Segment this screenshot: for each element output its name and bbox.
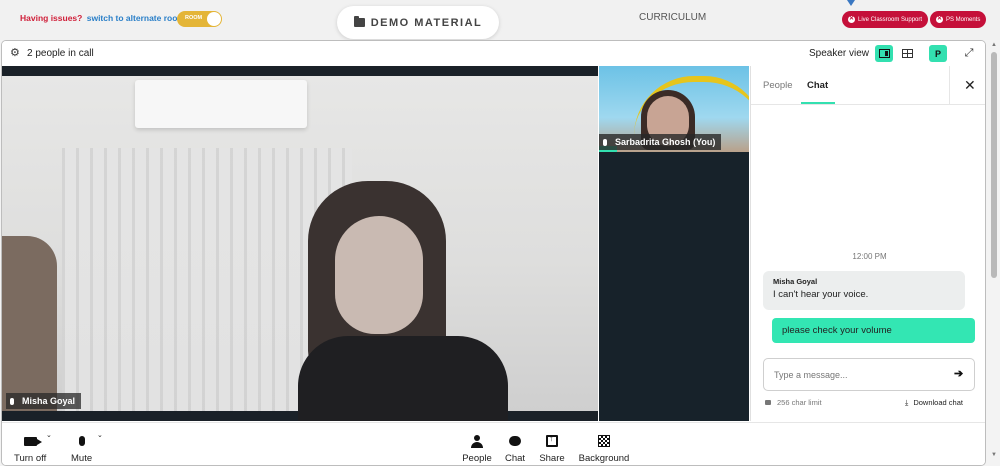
active-tab-indicator <box>801 102 835 104</box>
demo-material-button[interactable]: DEMO MATERIAL <box>337 6 499 39</box>
people-count: 2 people in call <box>27 48 94 59</box>
video-feed-detail <box>135 80 307 128</box>
message-text: I can't hear your voice. <box>773 289 869 300</box>
video-feed-detail <box>298 336 508 421</box>
curriculum-tab[interactable]: CURRICULUM <box>639 12 706 23</box>
pointer-icon <box>847 0 855 6</box>
speaker-view-button[interactable] <box>875 45 893 62</box>
chat-label: Chat <box>504 453 526 464</box>
bottom-toolbar: Turn off ⌄ Mute ⌄ People Chat Share Back… <box>2 422 985 465</box>
panel-tabs: People Chat ✕ <box>751 66 985 105</box>
fullscreen-button[interactable]: ⤢ <box>960 45 978 62</box>
chat-message-outgoing: please check your volume <box>772 318 975 343</box>
issues-notice: Having issues? switch to alternate room <box>20 13 185 23</box>
issues-text: Having issues? <box>20 13 83 23</box>
ps-moments-button[interactable]: ✕ PS Moments <box>930 11 987 28</box>
download-chat-button[interactable]: ⤓ Download chat <box>905 398 963 408</box>
camera-icon <box>24 436 42 446</box>
scroll-up-icon[interactable]: ▲ <box>991 42 997 48</box>
room-toggle-label: ROOM <box>185 15 203 21</box>
share-icon <box>546 433 558 447</box>
live-support-label: Live Classroom Support <box>858 16 923 23</box>
message-input[interactable] <box>774 367 944 383</box>
scroll-down-icon[interactable]: ▼ <box>991 452 997 458</box>
main-video-tile[interactable]: Misha Goyal <box>2 66 598 421</box>
grid-view-icon <box>901 49 913 58</box>
participant-name: Misha Goyal <box>22 396 76 406</box>
mic-icon <box>79 436 85 446</box>
scroll-thumb[interactable] <box>991 52 997 278</box>
participant-name: Sarbadrita Ghosh (You) <box>615 137 716 147</box>
share-button[interactable]: Share <box>538 433 566 464</box>
close-circle-icon: ✕ <box>848 16 855 23</box>
profile-avatar[interactable]: P <box>929 45 947 62</box>
divider <box>949 66 950 105</box>
chevron-down-icon[interactable]: ⌄ <box>97 431 103 439</box>
chat-timestamp: 12:00 PM <box>852 252 887 261</box>
mute-label: Mute <box>71 453 93 464</box>
share-label: Share <box>539 453 565 464</box>
video-feed: Sarbadrita Ghosh (You) <box>599 66 749 152</box>
gear-icon[interactable]: ⚙ <box>10 48 20 59</box>
speaker-view-icon <box>878 49 890 58</box>
message-input-box: ➔ <box>763 358 975 391</box>
char-limit-text: 256 char limit <box>777 398 822 407</box>
download-chat-label: Download chat <box>913 398 963 407</box>
ps-moments-label: PS Moments <box>946 16 981 23</box>
mic-icon <box>10 397 14 405</box>
room-toggle[interactable]: ROOM <box>177 11 222 27</box>
video-feed-detail <box>2 236 57 411</box>
char-limit: 256 char limit <box>765 398 822 407</box>
send-icon[interactable]: ➔ <box>954 367 963 380</box>
background-label: Background <box>578 453 630 464</box>
download-icon: ⤓ <box>905 398 909 407</box>
chevron-down-icon[interactable]: ⌄ <box>46 431 52 439</box>
chat-icon <box>509 436 521 446</box>
top-bar: Having issues? switch to alternate room … <box>0 0 1000 40</box>
call-frame: ⚙ 2 people in call Speaker view P ⤢ Mish… <box>1 40 986 466</box>
alternate-room-link[interactable]: switch to alternate room <box>87 13 185 23</box>
demo-material-label: DEMO MATERIAL <box>370 16 483 29</box>
tab-people[interactable]: People <box>763 80 793 91</box>
people-label: People <box>462 453 492 464</box>
participant-name-tag: Sarbadrita Ghosh (You) <box>599 134 722 150</box>
call-header: ⚙ 2 people in call Speaker view P ⤢ <box>2 41 985 66</box>
mute-button[interactable]: Mute <box>71 433 92 464</box>
participant-name-tag: Misha Goyal <box>6 393 82 409</box>
close-circle-icon: ✕ <box>936 16 943 23</box>
speaker-view-label: Speaker view <box>809 48 870 59</box>
lock-icon <box>765 400 771 405</box>
background-button[interactable]: Background <box>576 433 632 464</box>
side-video-tile[interactable]: Sarbadrita Ghosh (You) <box>599 66 749 421</box>
fullscreen-icon: ⤢ <box>964 47 974 59</box>
page-scrollbar[interactable]: ▲ ▼ <box>988 40 1000 466</box>
turn-off-camera-button[interactable]: Turn off <box>14 433 46 464</box>
background-icon <box>598 435 610 447</box>
live-support-button[interactable]: ✕ Live Classroom Support <box>842 11 929 28</box>
mic-icon <box>603 138 607 146</box>
chat-panel: People Chat ✕ 12:00 PM Misha Goyal I can… <box>750 66 985 421</box>
message-author: Misha Goyal <box>773 277 818 286</box>
tab-chat[interactable]: Chat <box>807 80 828 91</box>
folder-icon <box>353 16 365 27</box>
video-feed-detail <box>335 216 423 334</box>
people-icon <box>471 434 483 448</box>
turn-off-label: Turn off <box>14 453 47 464</box>
chat-message-incoming: Misha Goyal I can't hear your voice. <box>763 271 965 310</box>
chat-button[interactable]: Chat <box>502 433 528 464</box>
close-icon[interactable]: ✕ <box>964 77 976 94</box>
grid-view-button[interactable] <box>898 45 916 62</box>
people-button[interactable]: People <box>461 433 493 464</box>
toggle-knob <box>207 12 221 26</box>
